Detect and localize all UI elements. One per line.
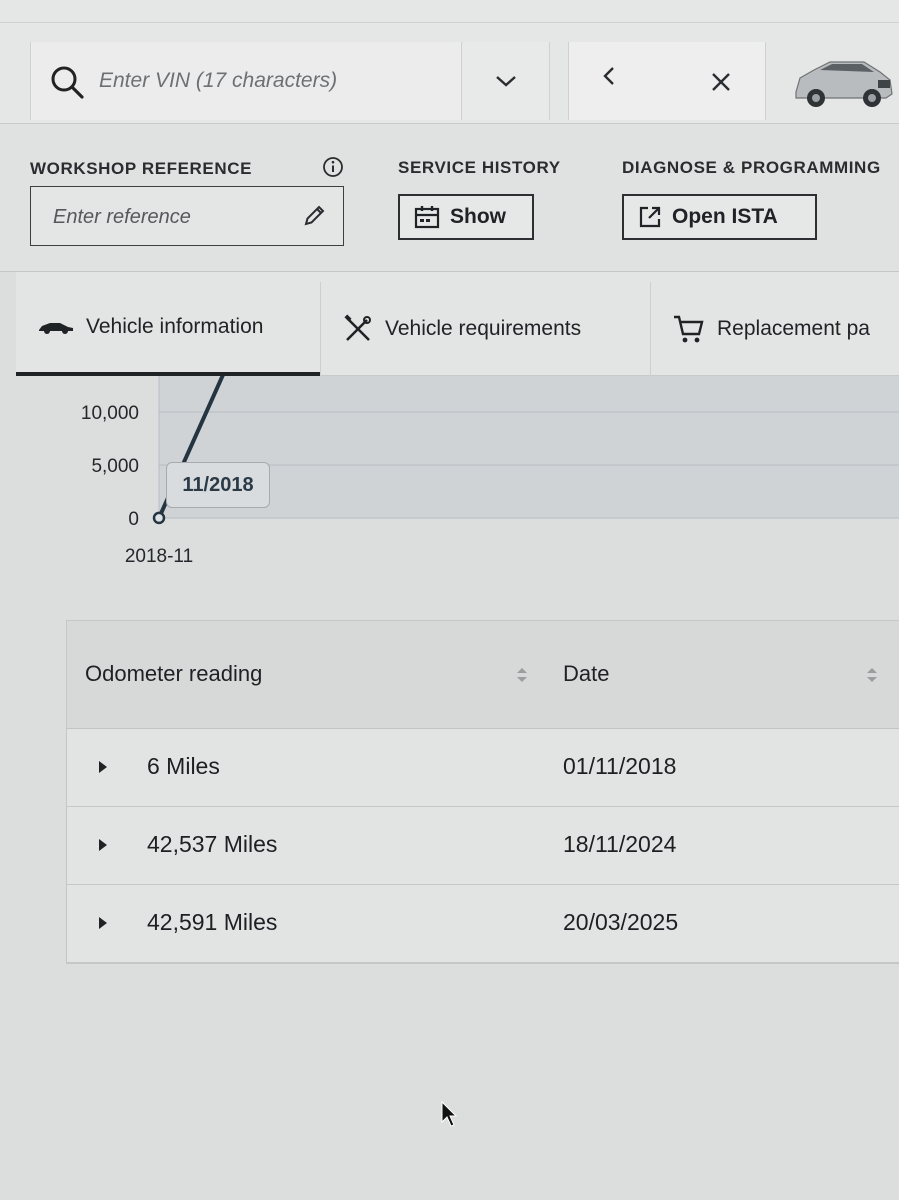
cart-icon: [674, 315, 704, 343]
tab-replacement-parts[interactable]: Replacement pa: [650, 282, 899, 376]
tab-label: Vehicle information: [86, 315, 264, 338]
y-tick-label: 10,000: [81, 403, 139, 424]
sort-icon[interactable]: [865, 665, 879, 685]
close-button[interactable]: [701, 62, 741, 102]
open-ista-label: Open ISTA: [672, 205, 778, 228]
odometer-cell: 6 Miles: [147, 753, 220, 779]
date-cell: 01/11/2018: [563, 753, 677, 779]
date-cell: 20/03/2025: [563, 909, 679, 935]
vin-input[interactable]: [99, 62, 459, 100]
data-point: [152, 511, 166, 525]
date-cell: 18/11/2024: [563, 831, 677, 857]
column-header-date[interactable]: Date: [563, 661, 609, 687]
plot-background: [159, 376, 899, 518]
navigation-group: [568, 42, 766, 120]
calendar-icon: [414, 206, 440, 229]
chevron-down-icon: [495, 76, 516, 87]
odometer-cell: 42,537 Miles: [147, 831, 278, 857]
odometer-chart-svg: 0 5,000 10,000 2018-11: [81, 376, 899, 567]
diagnose-programming-label: DIAGNOSE & PROGRAMMING: [622, 158, 881, 177]
show-service-history-button[interactable]: Show: [398, 194, 534, 240]
external-link-icon: [639, 206, 661, 228]
odometer-chart: 0 5,000 10,000 2018-11: [16, 376, 899, 576]
expand-caret-icon[interactable]: [97, 759, 109, 775]
service-history-label: SERVICE HISTORY: [398, 158, 561, 177]
back-button[interactable]: [589, 56, 629, 96]
vin-search-box: [30, 42, 462, 120]
expand-caret-icon[interactable]: [97, 837, 109, 853]
reference-input[interactable]: [53, 201, 293, 233]
x-tick-label: 2018-11: [125, 546, 193, 567]
table-header: Odometer reading Date: [67, 621, 899, 729]
table-row[interactable]: 6 Miles 01/11/2018: [67, 729, 899, 807]
y-tick-label: 5,000: [91, 456, 139, 477]
chart-tooltip: 11/2018: [166, 462, 270, 508]
tools-icon: [344, 314, 371, 341]
sort-icon[interactable]: [515, 665, 529, 685]
tab-bar: Vehicle information Vehicle requirements…: [16, 272, 899, 376]
y-tick-label: 0: [128, 509, 139, 530]
action-bar: WORKSHOP REFERENCE SERVICE HISTORY Show …: [0, 124, 899, 272]
info-icon[interactable]: [322, 156, 344, 178]
car-icon: [39, 323, 73, 334]
workshop-reference-label: WORKSHOP REFERENCE: [30, 159, 253, 178]
table-row[interactable]: 42,537 Miles 18/11/2024: [67, 807, 899, 885]
top-divider: [0, 22, 899, 23]
tab-label: Replacement pa: [717, 317, 870, 340]
tab-vehicle-information[interactable]: Vehicle information: [16, 282, 320, 376]
expand-caret-icon[interactable]: [97, 915, 109, 931]
odometer-table: Odometer reading Date 6 Miles 01/11/2018…: [66, 620, 899, 964]
chevron-left-icon: [603, 67, 614, 85]
vin-dropdown-button[interactable]: [462, 42, 550, 120]
odometer-cell: 42,591 Miles: [147, 909, 278, 935]
pencil-icon[interactable]: [301, 203, 327, 229]
mouse-cursor-icon: [441, 1100, 458, 1127]
tab-vehicle-requirements[interactable]: Vehicle requirements: [320, 282, 650, 376]
close-icon: [712, 73, 730, 91]
open-ista-button[interactable]: Open ISTA: [622, 194, 817, 240]
search-icon[interactable]: [49, 64, 85, 100]
top-bar: [0, 0, 899, 124]
table-row[interactable]: 42,591 Miles 20/03/2025: [67, 885, 899, 963]
show-button-label: Show: [450, 205, 506, 228]
column-header-odometer[interactable]: Odometer reading: [85, 661, 262, 687]
car-thumbnail[interactable]: [790, 50, 896, 112]
workshop-reference-field[interactable]: [30, 186, 344, 246]
tab-label: Vehicle requirements: [385, 317, 582, 340]
